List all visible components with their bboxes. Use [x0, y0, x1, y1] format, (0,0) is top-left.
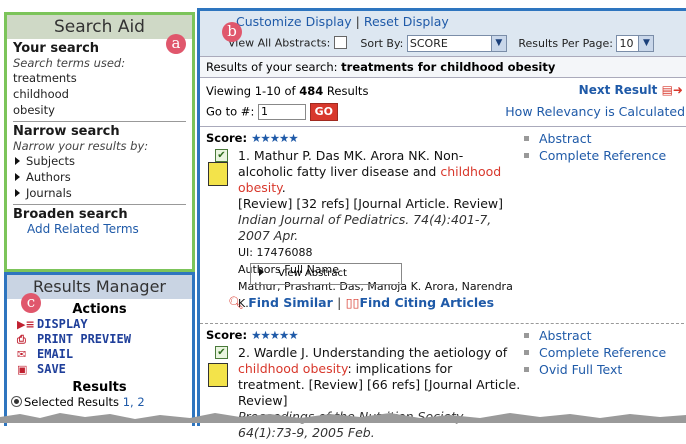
- sticky-note-icon[interactable]: [208, 363, 228, 387]
- sort-by-label: Sort By:: [360, 36, 404, 50]
- next-result-link[interactable]: Next Result ▤➜: [579, 83, 683, 97]
- citation: Indian Journal of Pediatrics. 74(4):401-…: [238, 212, 492, 243]
- ovid-full-text-link[interactable]: Ovid Full Text: [524, 361, 666, 378]
- complete-reference-link[interactable]: Complete Reference: [524, 344, 666, 361]
- selected-results-option[interactable]: Selected Results 1, 2: [7, 395, 192, 409]
- narrow-item-journals[interactable]: Journals: [13, 185, 186, 201]
- result-item: Score: ★★★★★ Abstract Complete Reference…: [200, 127, 686, 324]
- search-term: childhood: [13, 87, 69, 101]
- narrow-search-label: Narrow your results by:: [13, 139, 149, 153]
- find-similar-icon: 🔍︎: [228, 295, 244, 310]
- search-query: treatments for childhood obesity: [341, 60, 556, 74]
- view-all-abstracts-checkbox[interactable]: [333, 35, 347, 49]
- view-abstract-button[interactable]: View Abstract: [250, 263, 402, 285]
- reset-display-link[interactable]: Reset Display: [364, 14, 449, 29]
- score: Score: ★★★★★: [206, 328, 299, 342]
- view-all-abstracts-label: View All Abstracts:: [228, 36, 331, 50]
- abstract-link[interactable]: Abstract: [524, 130, 666, 147]
- search-term: treatments: [13, 71, 77, 85]
- add-related-terms-link[interactable]: Add Related Terms: [13, 222, 186, 236]
- abstract-link[interactable]: Abstract: [524, 327, 666, 344]
- find-citing-link[interactable]: Find Citing Articles: [359, 295, 494, 310]
- search-terms-label: Search terms used:: [13, 56, 126, 70]
- broaden-search-heading: Broaden search: [13, 207, 128, 222]
- chevron-down-icon: ▼: [490, 36, 506, 51]
- save-icon: ▣: [17, 363, 28, 376]
- annotation-badge-a: a: [166, 34, 186, 54]
- search-aid-panel: Search Aid Your search Search terms used…: [4, 12, 195, 272]
- ui-number: UI: 17476088: [238, 246, 313, 259]
- torn-edge-decoration: [0, 413, 686, 423]
- result-title[interactable]: Wardle J. Understanding the aetiology of: [254, 345, 507, 360]
- sticky-note-icon[interactable]: [208, 162, 228, 186]
- score: Score: ★★★★★: [206, 131, 299, 145]
- next-arrow-icon: ▤➜: [661, 83, 683, 97]
- customize-display-link[interactable]: Customize Display: [236, 14, 352, 29]
- selected-results-values[interactable]: 1, 2: [123, 395, 145, 409]
- goto-input[interactable]: 1: [257, 104, 306, 120]
- expand-triangle-icon: [15, 173, 20, 181]
- narrow-item-subjects[interactable]: Subjects: [13, 153, 186, 169]
- results-per-page-label: Results Per Page:: [518, 36, 613, 50]
- result-checkbox[interactable]: ✔: [215, 346, 228, 359]
- email-icon: ✉: [17, 348, 27, 361]
- annotation-badge-c: c: [21, 293, 41, 313]
- print-preview-icon: ⎙: [17, 333, 26, 346]
- result-checkbox[interactable]: ✔: [215, 149, 228, 162]
- expand-triangle-icon: [15, 189, 20, 197]
- display-action[interactable]: ▶≡ DISPLAY: [7, 317, 192, 332]
- sort-by-select[interactable]: SCORE ▼: [406, 35, 507, 52]
- your-search-heading: Your search: [13, 41, 100, 56]
- complete-reference-link[interactable]: Complete Reference: [524, 147, 666, 164]
- goto-label: Go to #:: [206, 104, 255, 119]
- results-per-page-select[interactable]: 10 ▼: [616, 35, 655, 52]
- display-icon: ▶≡: [17, 318, 35, 331]
- search-aid-title: Search Aid: [7, 15, 192, 39]
- viewing-count: Viewing 1-10 of 484 Results: [206, 84, 369, 98]
- score-stars: ★★★★★: [251, 131, 299, 145]
- print-preview-action[interactable]: ⎙ PRINT PREVIEW: [7, 332, 192, 347]
- display-toolbar: Customize Display | Reset Display View A…: [200, 11, 686, 56]
- go-button[interactable]: GO: [309, 103, 339, 121]
- results-panel: Customize Display | Reset Display View A…: [197, 8, 686, 440]
- result-title[interactable]: Mathur P. Das MK. Arora NK. Non-: [254, 148, 463, 163]
- annotation-badge-b: b: [222, 22, 242, 42]
- narrow-search-heading: Narrow search: [13, 124, 120, 139]
- find-similar-link[interactable]: Find Similar: [248, 295, 333, 310]
- score-stars: ★★★★★: [251, 328, 299, 342]
- email-action[interactable]: ✉ EMAIL: [7, 347, 192, 362]
- results-heading: Results: [72, 380, 127, 395]
- save-action[interactable]: ▣ SAVE: [7, 362, 192, 377]
- expand-triangle-icon: [15, 157, 20, 165]
- narrow-item-authors[interactable]: Authors: [13, 169, 186, 185]
- result-item: Score: ★★★★★ Abstract Complete Reference…: [206, 327, 667, 440]
- viewing-bar: Viewing 1-10 of 484 Results Next Result …: [200, 78, 686, 127]
- radio-selected-icon[interactable]: [11, 396, 22, 407]
- expand-triangle-icon: [259, 268, 264, 276]
- chevron-down-icon: ▼: [638, 36, 654, 51]
- search-summary: Results of your search: treatments for c…: [200, 56, 686, 78]
- find-citing-icon: ▯▯: [345, 295, 360, 310]
- toolbar-separator: |: [355, 14, 360, 29]
- search-term: obesity: [13, 103, 55, 117]
- relevancy-link[interactable]: How Relevancy is Calculated: [505, 104, 685, 119]
